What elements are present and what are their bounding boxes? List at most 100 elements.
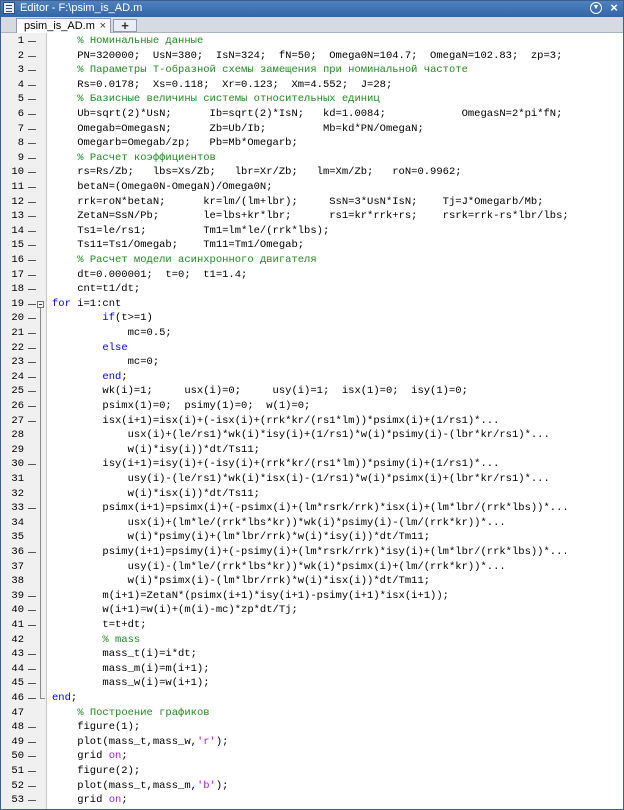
executable-line-marker[interactable] <box>28 216 36 218</box>
close-icon[interactable]: × <box>608 1 620 14</box>
code-line[interactable]: % Номинальные данные <box>52 34 203 49</box>
executable-line-marker[interactable] <box>28 347 36 349</box>
executable-line-marker[interactable] <box>28 128 36 130</box>
new-tab-button[interactable]: + <box>113 19 137 32</box>
executable-line-marker[interactable] <box>28 143 36 145</box>
code-line[interactable]: isx(i+1)=isx(i)+(-isx(i)+(rrk*kr/(rs1*lm… <box>52 414 499 429</box>
code-line[interactable]: else <box>52 341 127 356</box>
code-line[interactable]: grid on; <box>52 749 127 764</box>
executable-line-marker[interactable] <box>28 84 36 86</box>
code-line[interactable]: % Построение графиков <box>52 706 209 721</box>
code-line[interactable]: rrk=roN*betaN; kr=lm/(lm+lbr); SsN=3*UsN… <box>52 195 543 210</box>
executable-line-marker[interactable] <box>28 727 36 729</box>
executable-line-marker[interactable] <box>28 114 36 115</box>
code-line[interactable]: rs=Rs/Zb; lbs=Xs/Zb; lbr=Xr/Zb; lm=Xm/Zb… <box>52 165 461 180</box>
executable-line-marker[interactable] <box>28 318 36 320</box>
executable-line-marker[interactable] <box>28 99 36 101</box>
code-line[interactable]: Rs=0.0178; Xs=0.118; Xr=0.123; Xm=4.552;… <box>52 78 392 93</box>
executable-line-marker[interactable] <box>28 172 36 174</box>
code-line[interactable]: usx(i)+(lm*le/(rrk*lbs*kr))*wk(i)*psimy(… <box>52 516 506 531</box>
executable-line-marker[interactable] <box>28 70 36 72</box>
executable-line-marker[interactable] <box>28 785 36 787</box>
code-line[interactable]: usy(i)-(le/rs1)*wk(i)*isx(i)-(1/rs1)*w(i… <box>52 472 550 487</box>
executable-line-marker[interactable] <box>28 362 36 364</box>
code-line[interactable]: usy(i)-(lm*le/(rrk*lbs*kr))*wk(i)*psimx(… <box>52 560 506 575</box>
code-line[interactable]: wk(i)=1; usx(i)=0; usy(i)=1; isx(1)=0; i… <box>52 384 467 399</box>
code-line[interactable]: w(i)*isx(i))*dt/Ts11; <box>52 487 260 502</box>
code-line[interactable]: % Расчет коэффициентов <box>52 151 216 166</box>
code-line[interactable]: % Параметры Т-образной схемы замещения п… <box>52 63 468 78</box>
code-line[interactable]: dt=0.000001; t=0; t1=1.4; <box>52 268 247 283</box>
code-line[interactable]: mass_m(i)=m(i+1); <box>52 662 209 677</box>
code-line[interactable]: cnt=t1/dt; <box>52 282 140 297</box>
code-line[interactable]: betaN=(Omega0N-OmegaN)/Omega0N; <box>52 180 272 195</box>
code-line[interactable]: Omegab=OmegasN; Zb=Ub/Ib; Mb=kd*PN/Omega… <box>52 122 424 137</box>
executable-line-marker[interactable] <box>28 406 36 407</box>
executable-line-marker[interactable] <box>28 260 36 261</box>
executable-line-marker[interactable] <box>28 41 36 42</box>
executable-line-marker[interactable] <box>28 595 36 597</box>
executable-line-marker[interactable] <box>28 683 36 685</box>
code-line[interactable]: % Базисные величины системы относительны… <box>52 92 379 107</box>
executable-line-marker[interactable] <box>28 245 36 247</box>
executable-line-marker[interactable] <box>28 333 36 334</box>
executable-line-marker[interactable] <box>28 230 36 232</box>
executable-line-marker[interactable] <box>28 800 36 802</box>
code-line[interactable]: isy(i+1)=isy(i)+(-isy(i)+(rrk*kr/(rs1*lm… <box>52 457 499 472</box>
code-line[interactable]: m(i+1)=ZetaN*(psimx(i+1)*isy(i+1)-psimy(… <box>52 589 449 604</box>
executable-line-marker[interactable] <box>28 654 36 656</box>
code-line[interactable]: grid on; <box>52 793 127 808</box>
executable-line-marker[interactable] <box>28 610 36 612</box>
executable-line-marker[interactable] <box>28 420 36 422</box>
executable-line-marker[interactable] <box>28 508 36 510</box>
code-line[interactable]: ZetaN=SsN/Pb; le=lbs+kr*lbr; rs1=kr*rrk+… <box>52 209 568 224</box>
code-line[interactable]: end; <box>52 691 77 706</box>
code-line[interactable]: w(i)*psimy(i)+(lm*lbr/rrk)*w(i)*isy(i))*… <box>52 530 430 545</box>
code-line[interactable]: w(i)*psimx(i)-(lm*lbr/rrk)*w(i)*isx(i))*… <box>52 574 430 589</box>
code-line[interactable]: Ts11=Ts1/Omegab; Tm11=Tm1/Omegab; <box>52 238 304 253</box>
code-line[interactable]: w(i)*isy(i))*dt/Ts11; <box>52 443 260 458</box>
tab-close-icon[interactable]: × <box>100 19 106 33</box>
code-line[interactable]: % mass <box>52 633 140 648</box>
executable-line-marker[interactable] <box>28 274 36 276</box>
code-line[interactable]: psimx(i+1)=psimx(i)+(-psimx(i)+(lm*rsrk/… <box>52 501 568 516</box>
executable-line-marker[interactable] <box>28 157 36 159</box>
executable-line-marker[interactable] <box>28 771 36 772</box>
code-line[interactable]: if(t>=1) <box>52 311 152 326</box>
code-line[interactable]: Omegarb=Omegab/zp; Pb=Mb*Omegarb; <box>52 136 298 151</box>
code-editor[interactable]: 1 2 3 4 5 6 7 8 9 10 11 12 13 14 15 16 17 18 19 20 21 22 23 24 2… <box>0 33 624 810</box>
code-fold-icon[interactable] <box>37 300 44 308</box>
code-line[interactable]: figure(2); <box>52 764 140 779</box>
code-line[interactable]: figure(1); <box>52 720 140 735</box>
code-line[interactable]: PN=320000; UsN=380; IsN=324; fN=50; Omeg… <box>52 49 562 64</box>
tab-psim-is-ad[interactable]: psim_is_AD.m × <box>16 18 111 33</box>
code-line[interactable]: plot(mass_t,mass_w,'r'); <box>52 735 228 750</box>
executable-line-marker[interactable] <box>28 625 36 626</box>
executable-line-marker[interactable] <box>28 376 36 378</box>
code-line[interactable]: % Расчет модели асинхронного двигателя <box>52 253 316 268</box>
code-line[interactable]: for i=1:cnt <box>52 297 121 312</box>
code-line[interactable]: mass_w(i)=w(i+1); <box>52 676 209 691</box>
executable-line-marker[interactable] <box>28 289 36 291</box>
code-line[interactable]: Ts1=le/rs1; Tm1=lm*le/(rrk*lbs); <box>52 224 329 239</box>
code-line[interactable]: Ub=sqrt(2)*UsN; Ib=sqrt(2)*IsN; kd=1.008… <box>52 107 562 122</box>
code-line[interactable]: usx(i)+(le/rs1)*wk(i)*isy(i)+(1/rs1)*w(i… <box>52 428 550 443</box>
executable-line-marker[interactable] <box>28 303 36 305</box>
code-line[interactable]: mass_t(i)=i*dt; <box>52 647 197 662</box>
code-line[interactable]: t=t+dt; <box>52 618 146 633</box>
code-line[interactable]: mc=0; <box>52 355 160 370</box>
executable-line-marker[interactable] <box>28 552 36 553</box>
executable-line-marker[interactable] <box>28 668 36 670</box>
code-line[interactable]: mc=0.5; <box>52 326 172 341</box>
executable-line-marker[interactable] <box>28 464 36 466</box>
code-line[interactable]: plot(mass_t,mass_m,'b'); <box>52 779 228 794</box>
code-line[interactable]: end; <box>52 370 127 385</box>
executable-line-marker[interactable] <box>28 391 36 393</box>
code-line[interactable]: w(i+1)=w(i)+(m(i)-mc)*zp*dt/Tj; <box>52 603 297 618</box>
code-area[interactable]: % Номинальные данные PN=320000; UsN=380;… <box>46 33 624 810</box>
dropdown-menu-icon[interactable]: ▼ <box>590 2 602 14</box>
executable-line-marker[interactable] <box>28 756 36 758</box>
executable-line-marker[interactable] <box>28 187 36 188</box>
executable-line-marker[interactable] <box>28 201 36 203</box>
executable-line-marker[interactable] <box>28 741 36 743</box>
